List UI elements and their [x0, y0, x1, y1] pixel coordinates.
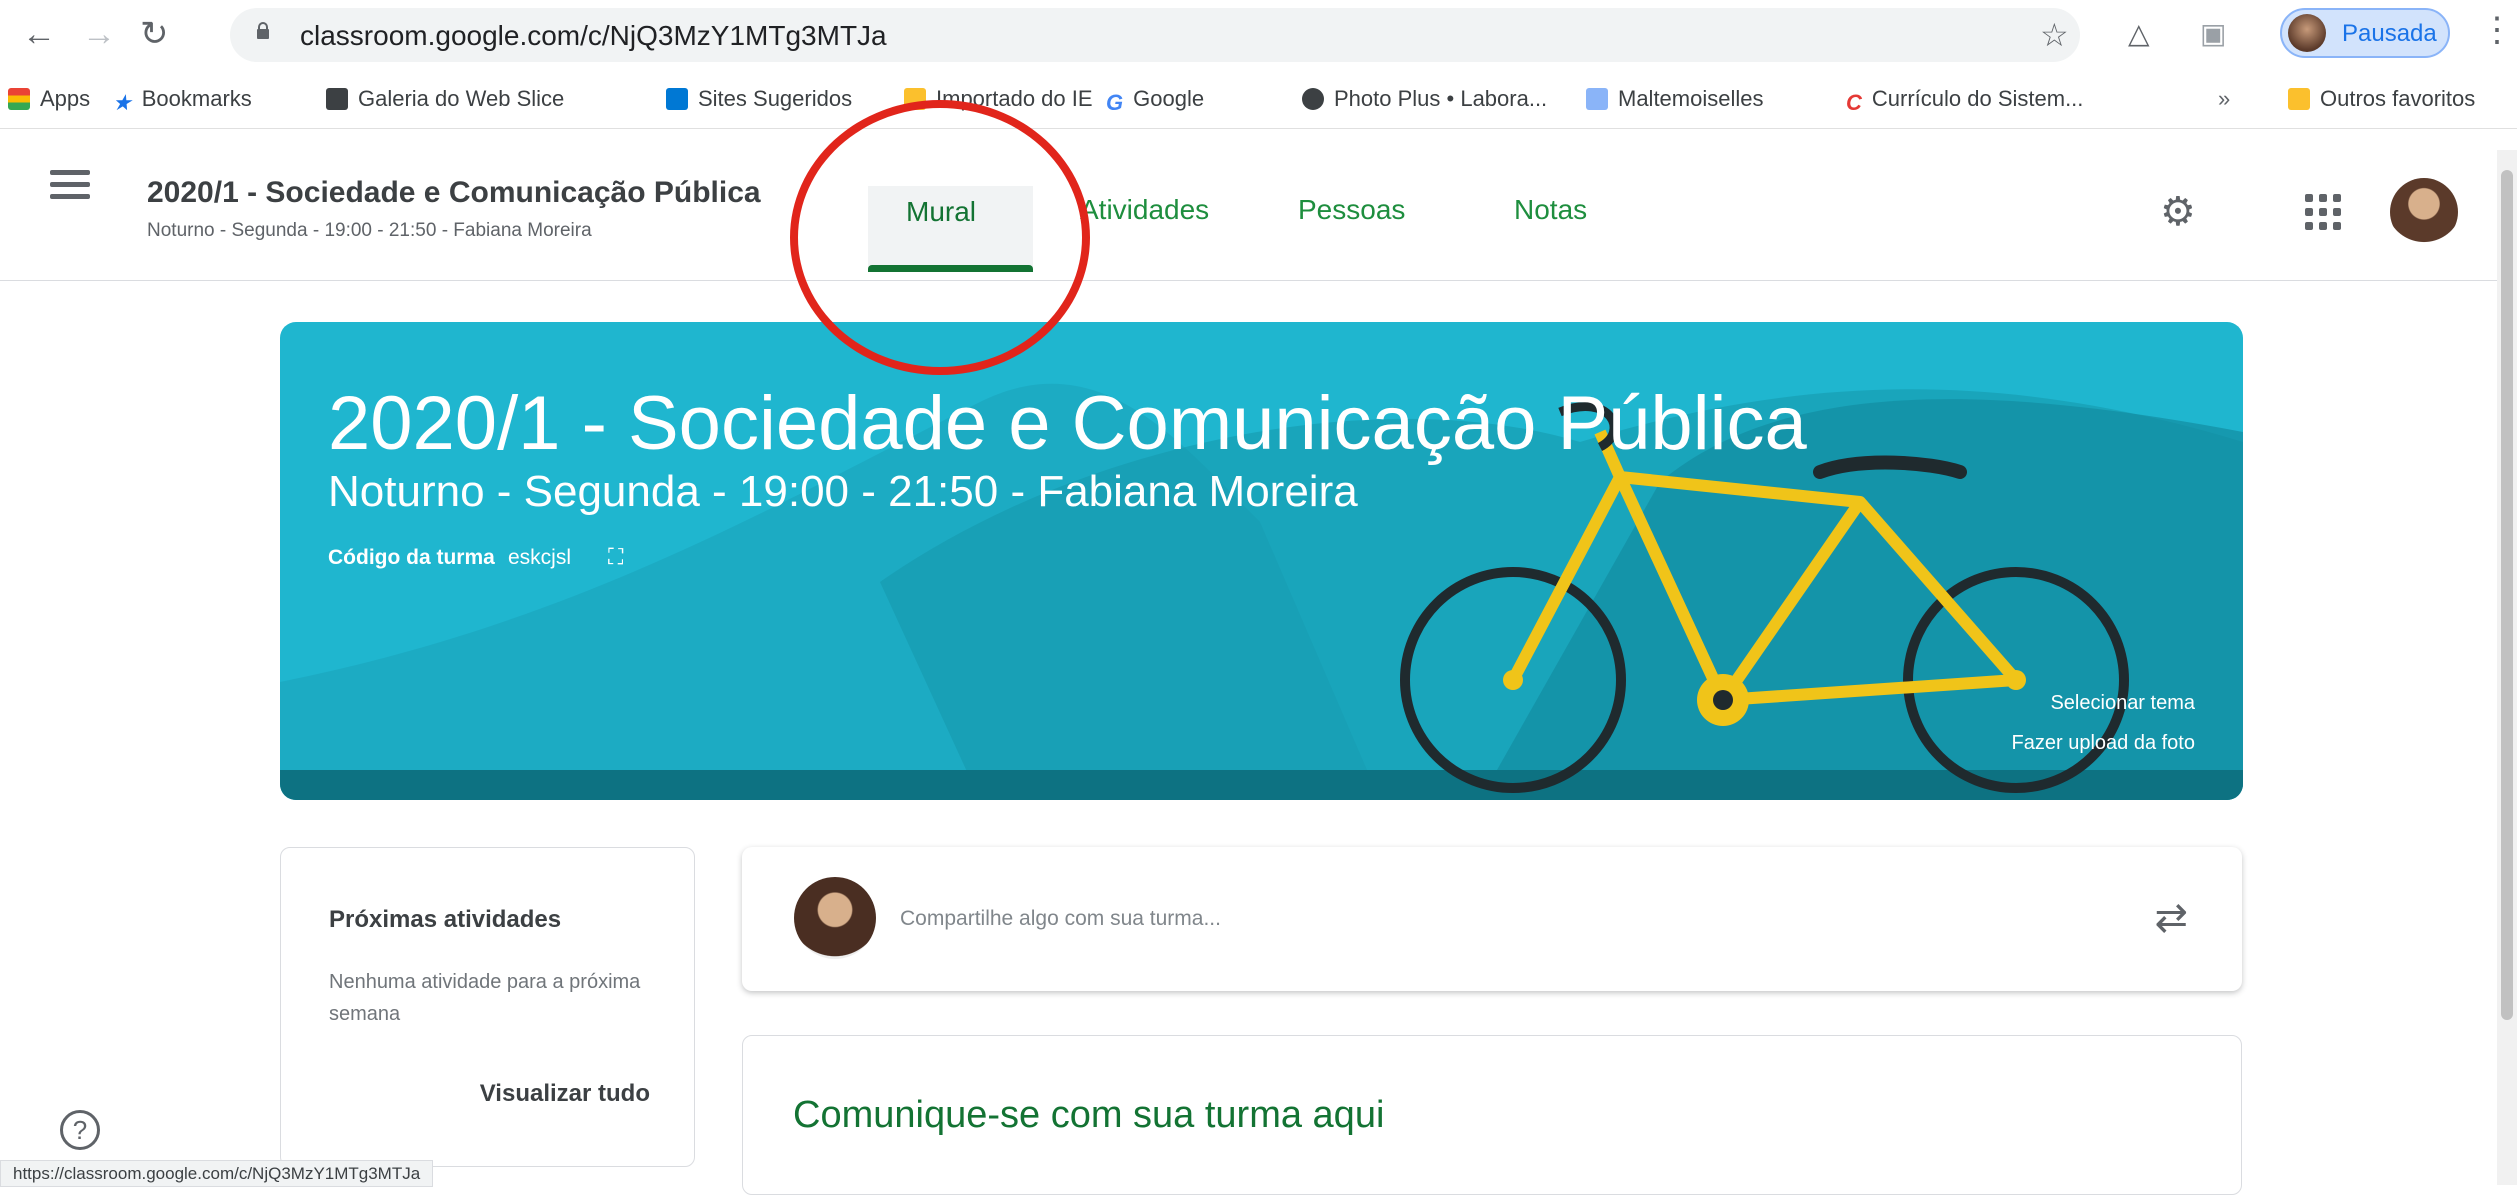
- share-card[interactable]: Compartilhe algo com sua turma... ⇄: [742, 847, 2242, 991]
- tab-pessoas[interactable]: Pessoas: [1298, 194, 1405, 226]
- repost-icon[interactable]: ⇄: [2154, 895, 2188, 941]
- bookmark-photo-plus[interactable]: Photo Plus • Labora...: [1302, 86, 1547, 112]
- bookmark-curriculo[interactable]: C Currículo do Sistem...: [1846, 86, 2083, 115]
- profile-status-label: Pausada: [2342, 20, 2437, 47]
- upload-photo-link[interactable]: Fazer upload da foto: [2012, 732, 2195, 755]
- upcoming-empty-text: Nenhuma atividade para a próxima semana: [329, 971, 641, 1025]
- help-icon[interactable]: ?: [60, 1110, 100, 1150]
- folder-icon: [2288, 88, 2310, 110]
- google-icon: G: [1106, 90, 1124, 115]
- share-input[interactable]: Compartilhe algo com sua turma...: [900, 907, 1221, 931]
- course-subtitle: Noturno - Segunda - 19:00 - 21:50 - Fabi…: [147, 220, 592, 241]
- tab-atividades[interactable]: Atividades: [1080, 194, 1209, 226]
- upcoming-card: Próximas atividades Nenhuma atividade pa…: [280, 847, 695, 1167]
- bookmark-sites-sugeridos[interactable]: Sites Sugeridos: [666, 86, 852, 112]
- scrollbar-thumb[interactable]: [2501, 170, 2513, 1020]
- tab-notas[interactable]: Notas: [1514, 194, 1587, 226]
- browser-menu-icon[interactable]: ⋮: [2480, 10, 2514, 50]
- red-highlight-circle: [790, 100, 1090, 375]
- web-slice-icon: [326, 88, 348, 110]
- bookmark-star-icon[interactable]: ☆: [2040, 16, 2069, 54]
- curriculo-icon: C: [1846, 90, 1862, 115]
- bookmark-apps[interactable]: Apps: [8, 86, 90, 112]
- profile-avatar: [2288, 14, 2326, 52]
- bookmark-bookmarks[interactable]: ★ Bookmarks: [112, 86, 252, 115]
- bookmark-google[interactable]: G Google: [1106, 86, 1204, 115]
- back-arrow-icon[interactable]: ←: [22, 14, 56, 54]
- class-code-value: eskcjsl: [508, 546, 572, 569]
- fullscreen-icon[interactable]: ⛶: [608, 544, 623, 570]
- bookmarks-bar: Apps ★ Bookmarks Galeria do Web Slice Sit…: [0, 72, 2517, 129]
- classroom-header: 2020/1 - Sociedade e Comunicação Pública…: [0, 130, 2517, 281]
- communicate-title: Comunique-se com sua turma aqui: [793, 1094, 1385, 1136]
- forward-arrow-icon[interactable]: →: [82, 14, 116, 54]
- banner-subtitle: Noturno - Segunda - 19:00 - 21:50 - Fabi…: [328, 467, 1358, 516]
- banner-title: 2020/1 - Sociedade e Comunicação Pública: [328, 381, 1807, 466]
- extension-icon[interactable]: △: [2128, 14, 2150, 54]
- browser-toolbar: ← → ↻ classroom.google.com/c/NjQ3MzY1MTg…: [0, 0, 2517, 70]
- select-theme-link[interactable]: Selecionar tema: [2050, 692, 2195, 715]
- address-bar[interactable]: classroom.google.com/c/NjQ3MzY1MTg3MTJa …: [230, 8, 2080, 62]
- class-banner: 2020/1 - Sociedade e Comunicação Pública…: [280, 322, 2243, 800]
- photo-plus-icon: [1302, 88, 1324, 110]
- status-bar-url: https://classroom.google.com/c/NjQ3MzY1M…: [0, 1160, 434, 1187]
- google-apps-icon[interactable]: [2305, 194, 2341, 230]
- apps-grid-icon: [8, 88, 30, 110]
- site-icon: [1586, 88, 1608, 110]
- upcoming-title: Próximas atividades: [329, 906, 562, 933]
- class-code-label: Código da turma: [328, 546, 495, 569]
- bookmark-web-slice[interactable]: Galeria do Web Slice: [326, 86, 564, 112]
- communicate-card: Comunique-se com sua turma aqui: [742, 1035, 2242, 1195]
- user-avatar: [794, 877, 876, 959]
- user-avatar[interactable]: [2390, 178, 2458, 246]
- view-all-link[interactable]: Visualizar tudo: [480, 1080, 650, 1108]
- bing-icon: [666, 88, 688, 110]
- profile-paused-button[interactable]: Pausada: [2280, 8, 2450, 58]
- bookmark-maltemoiselles[interactable]: Maltemoiselles: [1586, 86, 1764, 112]
- reload-icon[interactable]: ↻: [140, 14, 169, 54]
- lock-icon: [257, 22, 269, 39]
- scrollbar[interactable]: [2497, 150, 2517, 1185]
- cast-icon[interactable]: ▣: [2200, 14, 2226, 54]
- bookmark-outros-favoritos[interactable]: Outros favoritos: [2288, 86, 2475, 112]
- url-text: classroom.google.com/c/NjQ3MzY1MTg3MTJa: [300, 20, 887, 51]
- bookmarks-overflow-icon[interactable]: »: [2218, 86, 2230, 112]
- star-icon: ★: [112, 90, 132, 115]
- settings-gear-icon[interactable]: ⚙: [2160, 192, 2200, 232]
- course-title[interactable]: 2020/1 - Sociedade e Comunicação Pública: [147, 176, 761, 210]
- hamburger-menu-icon[interactable]: [50, 170, 90, 200]
